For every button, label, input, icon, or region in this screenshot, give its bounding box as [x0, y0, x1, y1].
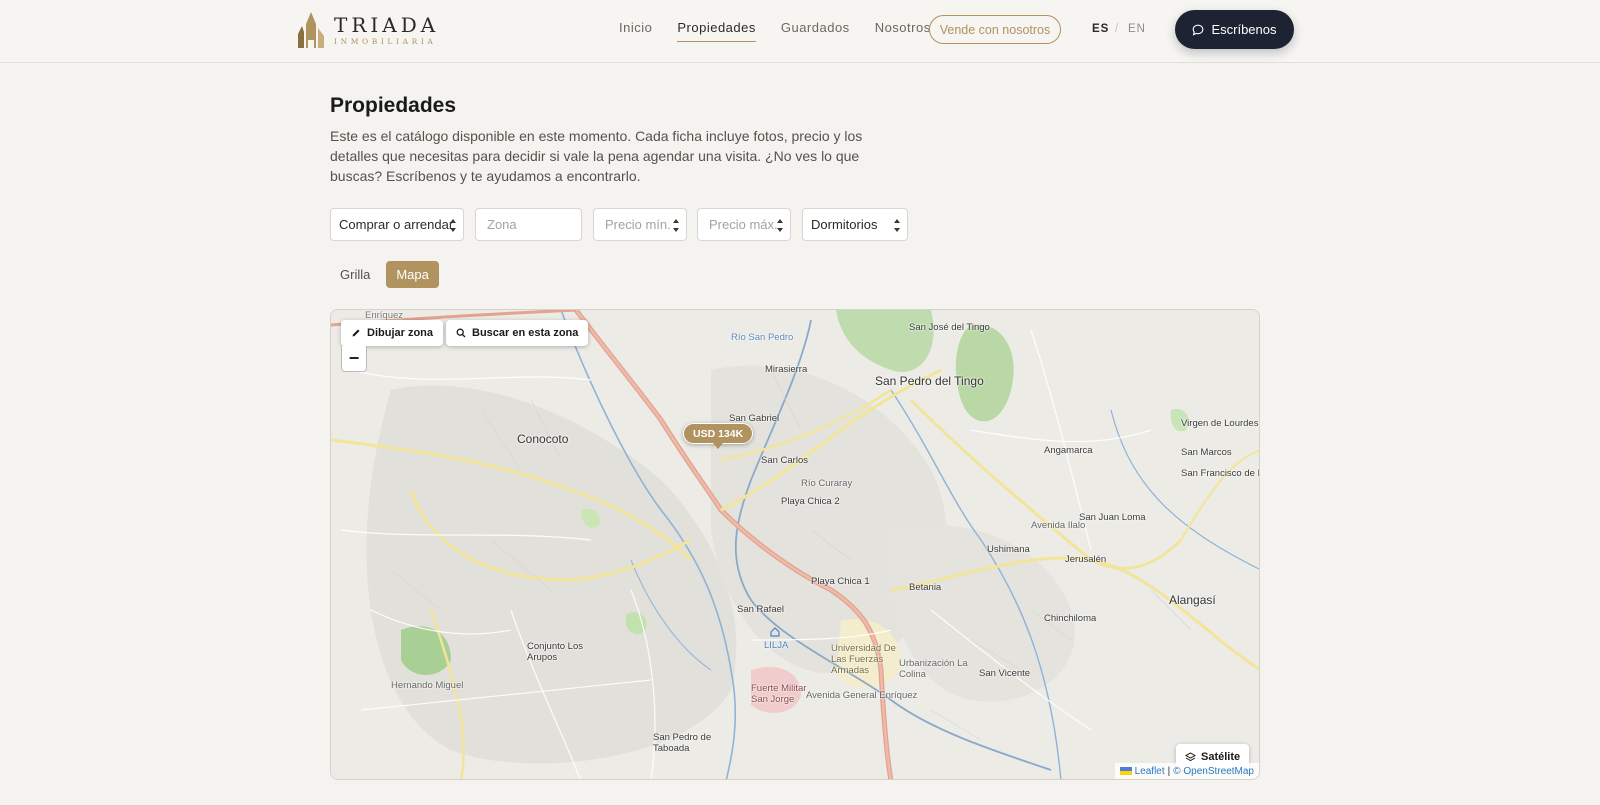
view-map-button[interactable]: Mapa	[386, 261, 439, 288]
place-label: Alangasí	[1169, 593, 1216, 607]
place-label: San José del Tingo	[909, 322, 990, 333]
map-attribution: Leaflet | © OpenStreetMap	[1114, 763, 1259, 779]
operation-select[interactable]: Comprar o arrendar	[330, 208, 464, 241]
price-max-input[interactable]: Precio máx.	[697, 208, 791, 241]
place-label: San Francisco de Baños	[1181, 468, 1259, 479]
place-label: Betania	[909, 582, 942, 593]
page-title: Propiedades	[330, 94, 457, 117]
nav-propiedades[interactable]: Propiedades	[677, 20, 756, 42]
place-label: Conjunto Los Arupos	[527, 641, 583, 663]
chat-bubble-icon	[1193, 24, 1204, 36]
place-label: Playa Chica 1	[811, 576, 870, 587]
place-label: San Carlos	[761, 455, 808, 466]
place-label: Jerusalén	[1065, 554, 1107, 565]
place-label: Fuerte Militar San Jorge	[751, 683, 807, 705]
bedrooms-select[interactable]: Dormitorios	[802, 208, 908, 241]
place-label: Mirasierra	[765, 364, 808, 375]
logo-subtitle: INMOBILIARIA	[334, 36, 437, 46]
place-label: Angamarca	[1044, 445, 1093, 456]
place-label: Río Curaray	[801, 478, 853, 489]
place-label: San Marcos	[1181, 447, 1232, 458]
place-label: Universidad De Las Fuerzas Armadas	[831, 643, 896, 676]
map-container[interactable]: Conocoto San José del Tingo Mirasierra S…	[330, 309, 1260, 780]
logo-name: TRIADA	[334, 12, 440, 37]
view-grid-button[interactable]: Grilla	[330, 261, 380, 288]
select-arrows-icon	[894, 219, 901, 232]
nav-inicio[interactable]: Inicio	[619, 20, 652, 42]
lang-es-button[interactable]: ES	[1092, 23, 1109, 35]
zone-input[interactable]: Zona	[475, 208, 582, 241]
zone-input-placeholder: Zona	[487, 217, 517, 232]
place-label: San Vicente	[979, 668, 1031, 679]
lang-en-button[interactable]: EN	[1128, 23, 1146, 35]
price-max-placeholder: Precio máx.	[709, 217, 778, 232]
write-us-button[interactable]: Escríbenos	[1175, 10, 1294, 49]
site-header: TRIADA INMOBILIARIA Inicio Propiedades G…	[0, 0, 1600, 63]
draw-zone-button[interactable]: Dibujar zona	[341, 320, 444, 346]
search-area-button[interactable]: Buscar en esta zona	[446, 320, 589, 346]
zoom-out-button[interactable]: −	[341, 346, 367, 372]
price-min-placeholder: Precio mín.	[605, 217, 671, 232]
place-label: Avenida General Enríquez	[806, 690, 918, 701]
attribution-separator: |	[1167, 765, 1171, 777]
stepper-arrows-icon	[777, 219, 784, 232]
intro-text: Este es el catálogo disponible en este m…	[330, 128, 863, 184]
place-label: Avenida Ilalo	[1031, 520, 1086, 531]
osm-link[interactable]: © OpenStreetMap	[1173, 766, 1254, 777]
sell-with-us-button[interactable]: Vende con nosotros	[929, 15, 1061, 44]
place-label: San Rafael	[737, 604, 785, 615]
satellite-label: Satélite	[1201, 751, 1241, 763]
search-icon	[456, 328, 466, 338]
layers-icon	[1185, 751, 1196, 761]
lang-separator: /	[1115, 23, 1120, 35]
search-area-label: Buscar en esta zona	[472, 327, 579, 339]
logo[interactable]: TRIADA INMOBILIARIA	[296, 10, 439, 50]
main-nav: Inicio Propiedades Guardados Nosotros	[619, 20, 931, 42]
place-label: Río San Pedro	[731, 332, 794, 343]
select-arrows-icon	[450, 219, 457, 232]
draw-zone-label: Dibujar zona	[367, 327, 434, 339]
write-us-label: Escríbenos	[1211, 22, 1277, 37]
place-label: LILJA	[764, 640, 789, 651]
place-label: Urbanización La Colina	[899, 658, 968, 680]
price-min-input[interactable]: Precio mín.	[593, 208, 687, 241]
place-label: Playa Chica 2	[781, 496, 840, 507]
stepper-arrows-icon	[673, 219, 680, 232]
ukraine-flag-icon	[1119, 767, 1132, 775]
bedrooms-select-value: Dormitorios	[811, 217, 878, 232]
poi-house-icon[interactable]	[769, 626, 781, 638]
place-label: Chinchiloma	[1044, 613, 1097, 624]
place-label: San Pedro de Taboada	[653, 732, 712, 754]
place-label: Hernando Miguel	[391, 680, 464, 691]
operation-select-value: Comprar o arrendar	[339, 217, 454, 232]
pencil-icon	[352, 329, 360, 337]
place-label: Ushimana	[987, 544, 1030, 555]
property-price-marker[interactable]: USD 134K	[683, 423, 754, 449]
place-label: San Pedro del Tingo	[875, 374, 984, 388]
map-tiles[interactable]	[331, 310, 1260, 780]
leaflet-link[interactable]: Leaflet	[1135, 766, 1165, 777]
place-label: Conocoto	[517, 432, 569, 446]
logo-mark-icon	[298, 12, 324, 48]
place-label: San Juan Loma	[1079, 512, 1146, 523]
place-label: Virgen de Lourdes	[1181, 418, 1259, 429]
nav-guardados[interactable]: Guardados	[781, 20, 850, 42]
nav-nosotros[interactable]: Nosotros	[875, 20, 931, 42]
view-toggle: Grilla Mapa	[330, 261, 439, 288]
